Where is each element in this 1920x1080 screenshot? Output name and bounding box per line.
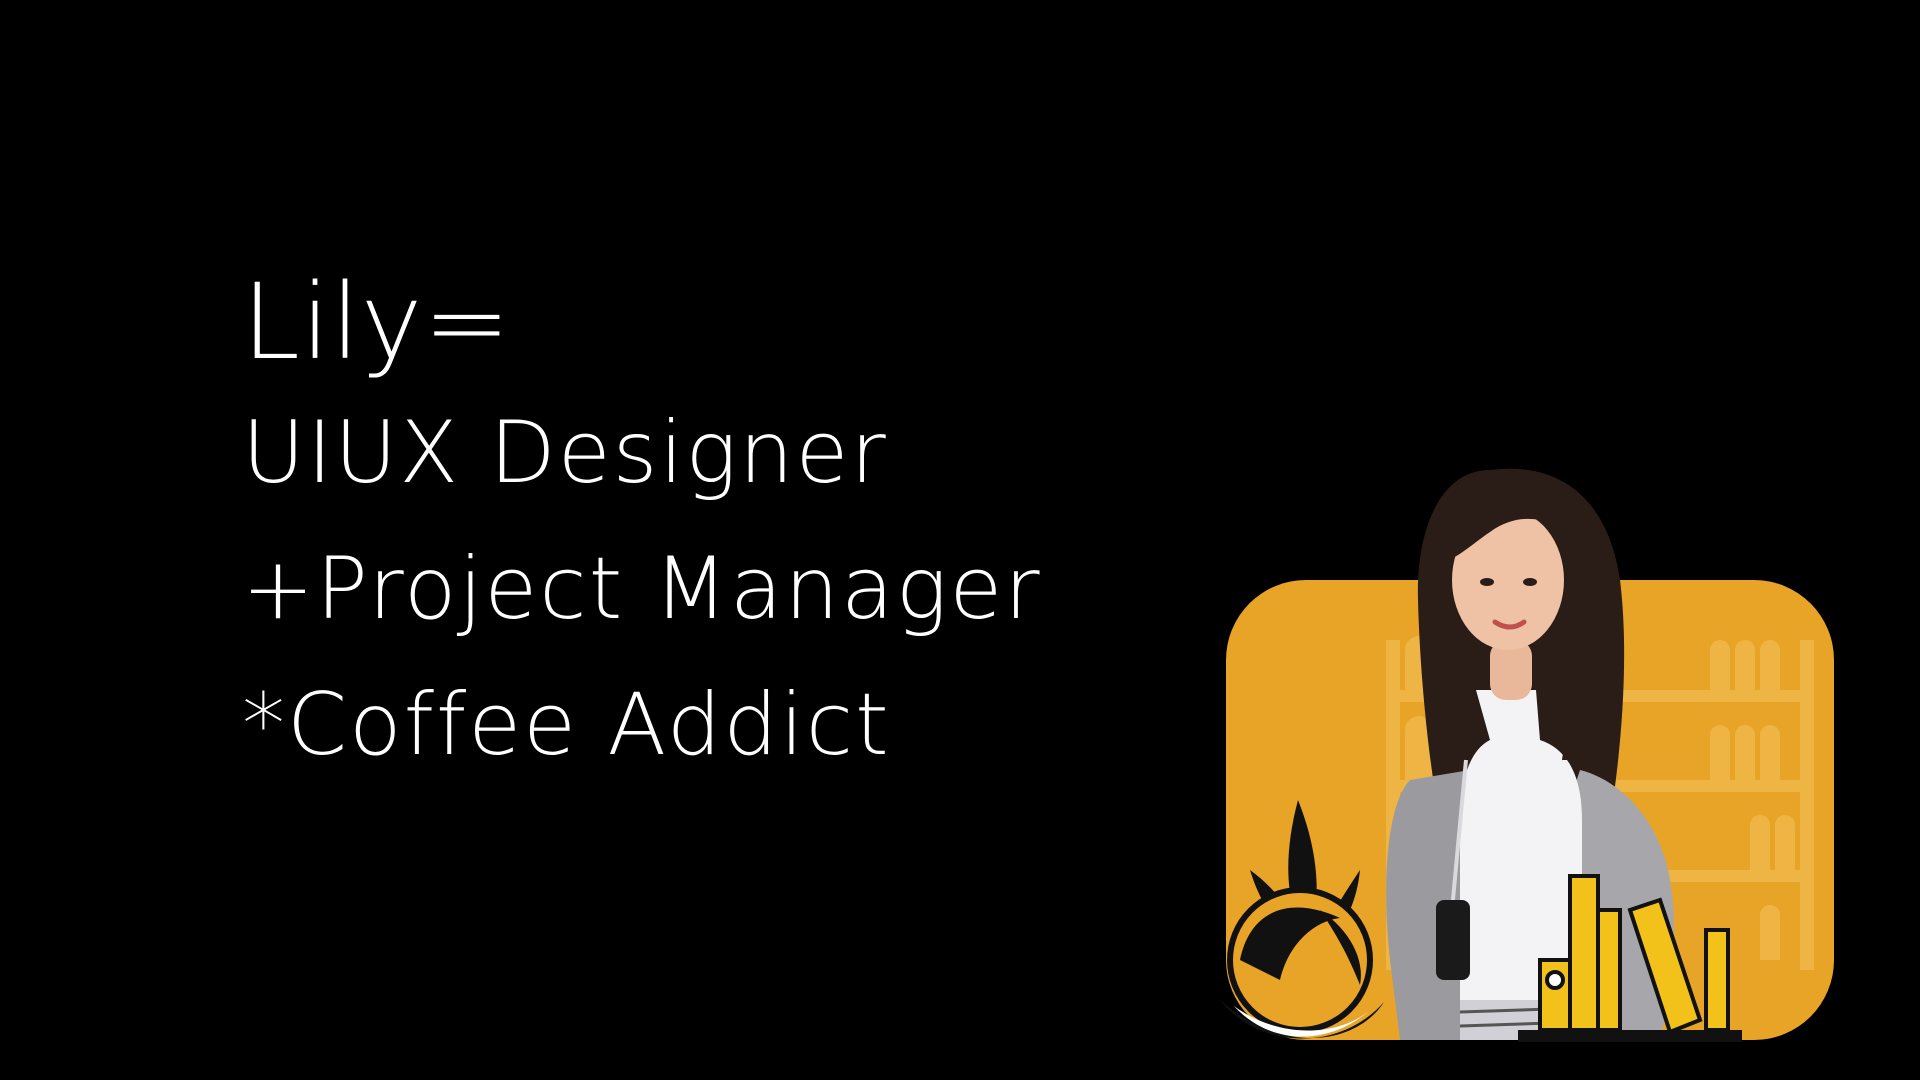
intro-name: Lily= xyxy=(242,261,512,383)
intro-role-designer: UIUX Designer xyxy=(242,403,888,503)
intro-hobby: *Coffee Addict xyxy=(242,675,891,775)
intro-text: Lily= UIUX Designer +Project Manager *Co… xyxy=(242,270,1042,818)
portrait-illustration xyxy=(1190,440,1890,1080)
portrait-svg xyxy=(1220,468,1834,1042)
slide: Lily= UIUX Designer +Project Manager *Co… xyxy=(0,0,1920,1080)
intro-role-manager: +Project Manager xyxy=(242,539,1042,639)
